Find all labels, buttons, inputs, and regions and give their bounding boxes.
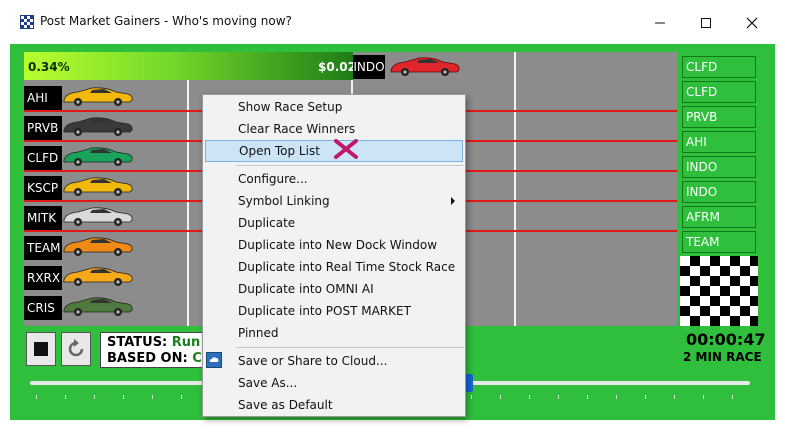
race-car-icon[interactable] <box>62 265 134 287</box>
slider-tick <box>732 395 733 399</box>
based-on-line: BASED ON: C <box>107 351 202 366</box>
menu-item-save-as-default[interactable]: Save as Default <box>205 394 463 416</box>
window-title: Post Market Gainers - Who's moving now? <box>40 14 292 28</box>
slider-tick <box>181 395 182 399</box>
leaderboard-entry[interactable]: CLFD <box>682 81 756 103</box>
checkered-finish-flag <box>680 256 758 326</box>
slider-tick <box>152 395 153 399</box>
leaderboard-entry[interactable]: AHI <box>682 131 756 153</box>
leaderboard-entry[interactable]: INDO <box>682 181 756 203</box>
slider-tick <box>500 395 501 399</box>
lane-symbol-label[interactable]: TEAM <box>24 236 62 260</box>
slider-tick <box>616 395 617 399</box>
stop-button[interactable] <box>26 332 56 366</box>
leader-percent: 0.34% <box>28 60 70 74</box>
menu-separator <box>236 165 464 166</box>
leaderboard-entry[interactable]: TEAM <box>682 231 756 253</box>
maximize-icon <box>701 18 711 28</box>
minimize-icon <box>655 22 665 24</box>
leaderboard-entry[interactable]: PRVB <box>682 106 756 128</box>
race-car-icon[interactable] <box>62 175 134 197</box>
race-car-icon[interactable] <box>62 85 134 107</box>
race-car-icon[interactable] <box>62 145 134 167</box>
leader-race-car-icon[interactable] <box>389 55 461 77</box>
restart-button[interactable] <box>61 332 91 366</box>
cursor-x-mark-icon <box>334 139 358 159</box>
restart-icon <box>68 339 84 357</box>
menu-separator <box>236 347 464 348</box>
lane-symbol-label[interactable]: AHI <box>24 86 62 110</box>
close-button[interactable] <box>729 8 775 38</box>
slider-tick <box>558 395 559 399</box>
status-line: STATUS: Run <box>107 335 200 350</box>
title-bar: Post Market Gainers - Who's moving now? <box>0 0 785 44</box>
leaderboard-entry[interactable]: CLFD <box>682 56 756 78</box>
close-icon <box>746 17 758 29</box>
race-car-icon[interactable] <box>62 115 134 137</box>
slider-tick <box>36 395 37 399</box>
based-on-value: C <box>192 351 202 366</box>
minimize-button[interactable] <box>637 8 683 38</box>
slider-tick <box>94 395 95 399</box>
lane-symbol-label[interactable]: PRVB <box>24 116 62 140</box>
menu-item-label: Symbol Linking <box>238 194 330 208</box>
race-car-icon[interactable] <box>62 295 134 317</box>
menu-item-save-as[interactable]: Save As... <box>205 372 463 394</box>
lane-symbol-label[interactable]: RXRX <box>24 266 62 290</box>
menu-item-configure[interactable]: Configure... <box>205 168 463 190</box>
stop-icon <box>34 342 48 356</box>
leaderboard-entry[interactable]: AFRM <box>682 206 756 228</box>
slider-tick <box>529 395 530 399</box>
menu-item-duplicate-new-dock-window[interactable]: Duplicate into New Dock Window <box>205 234 463 256</box>
slider-tick <box>703 395 704 399</box>
slider-tick <box>587 395 588 399</box>
menu-item-symbol-linking[interactable]: Symbol Linking <box>205 190 463 212</box>
slider-thumb[interactable] <box>465 374 474 392</box>
race-car-icon[interactable] <box>62 235 134 257</box>
slider-tick <box>471 395 472 399</box>
race-timer: 00:00:47 <box>686 330 766 349</box>
leader-symbol[interactable]: INDO <box>353 55 385 79</box>
slider-tick <box>123 395 124 399</box>
lane-symbol-label[interactable]: CLFD <box>24 146 62 170</box>
lane-symbol-label[interactable]: CRIS <box>24 296 62 320</box>
race-length: 2 MIN RACE <box>683 350 762 364</box>
menu-item-duplicate-omni-ai[interactable]: Duplicate into OMNI AI <box>205 278 463 300</box>
leader-amount: $0.02 <box>318 60 356 74</box>
leader-gain-bar <box>24 52 353 80</box>
menu-item-show-race-setup[interactable]: Show Race Setup <box>205 96 463 118</box>
menu-item-duplicate[interactable]: Duplicate <box>205 212 463 234</box>
app-checkered-flag-icon <box>20 15 34 29</box>
menu-item-save-share-cloud[interactable]: Save or Share to Cloud... <box>205 350 463 372</box>
leaderboard-entry[interactable]: INDO <box>682 156 756 178</box>
menu-item-clear-race-winners[interactable]: Clear Race Winners <box>205 118 463 140</box>
track-marker-line <box>187 52 189 326</box>
slider-tick <box>65 395 66 399</box>
slider-tick <box>674 395 675 399</box>
based-on-label: BASED ON: <box>107 351 188 366</box>
race-car-icon[interactable] <box>62 205 134 227</box>
lane-symbol-label[interactable]: KSCP <box>24 176 62 200</box>
menu-item-duplicate-real-time-stock-race[interactable]: Duplicate into Real Time Stock Race <box>205 256 463 278</box>
cloud-share-icon <box>206 352 222 368</box>
menu-item-duplicate-post-market[interactable]: Duplicate into POST MARKET <box>205 300 463 322</box>
lane-symbol-label[interactable]: MITK <box>24 206 62 230</box>
slider-tick <box>645 395 646 399</box>
menu-item-pinned[interactable]: Pinned <box>205 322 463 344</box>
maximize-button[interactable] <box>683 8 729 38</box>
track-marker-line <box>514 52 516 326</box>
status-value: Run <box>171 335 201 350</box>
submenu-arrow-icon <box>451 197 455 205</box>
status-label: STATUS: <box>107 335 168 350</box>
